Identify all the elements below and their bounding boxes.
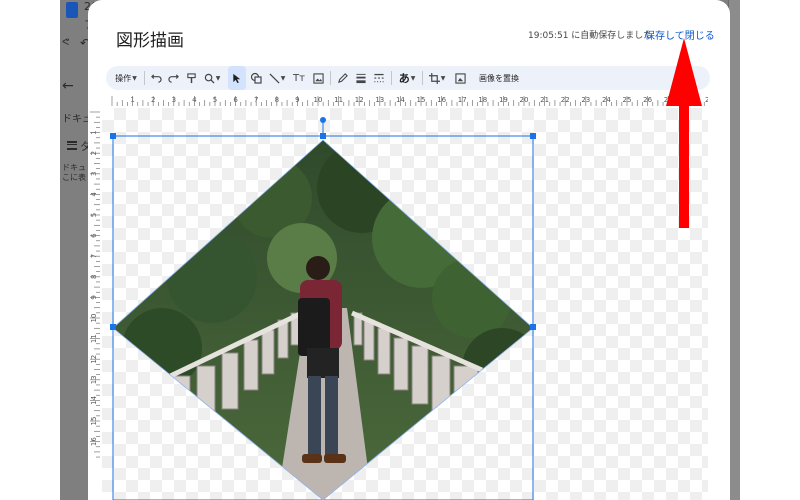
actions-menu-label: 操作 bbox=[115, 73, 132, 83]
redo-button[interactable] bbox=[165, 66, 181, 90]
canvas-content bbox=[102, 117, 542, 500]
toolbar-divider bbox=[330, 71, 331, 85]
toolbar-divider bbox=[391, 71, 392, 85]
toolbar-divider bbox=[422, 71, 423, 85]
line-weight-icon bbox=[356, 73, 366, 83]
line-dash-button[interactable] bbox=[371, 66, 387, 90]
replace-image-label: 画像を置換 bbox=[479, 73, 519, 83]
vertical-ruler: 12345678910111213141516 bbox=[90, 111, 100, 458]
shape-icon bbox=[250, 72, 262, 84]
select-tool-button[interactable] bbox=[228, 66, 246, 90]
drawing-canvas[interactable] bbox=[102, 108, 708, 500]
drawing-toolbar: 操作 ▼ ▼ ▼ Tт あ ▼ ▼ 画像を置換 bbox=[106, 66, 710, 90]
docs-logo-icon bbox=[66, 2, 78, 18]
horizontal-ruler: 1234567891011121314151617181920212223242… bbox=[111, 96, 708, 106]
reset-image-icon bbox=[454, 72, 466, 84]
pen-color-button[interactable] bbox=[334, 66, 350, 90]
select-icon bbox=[233, 73, 241, 83]
line-icon bbox=[269, 72, 280, 84]
rotate-handle[interactable] bbox=[320, 117, 326, 123]
reset-image-button[interactable] bbox=[452, 66, 468, 90]
line-dash-icon bbox=[374, 73, 384, 82]
chevron-down-icon: ▼ bbox=[215, 74, 221, 82]
background-outline-hint-2: こに表 bbox=[62, 173, 86, 182]
crop-button[interactable]: ▼ bbox=[426, 66, 448, 90]
replace-image-button[interactable]: 画像を置換 bbox=[474, 66, 524, 90]
image-icon bbox=[312, 72, 324, 84]
diamond-cropped-photo[interactable] bbox=[102, 138, 542, 500]
paint-format-button[interactable] bbox=[183, 66, 199, 90]
background-back-arrow-icon: ← bbox=[62, 78, 74, 94]
crop-icon bbox=[428, 72, 440, 84]
chevron-down-icon: ▼ bbox=[440, 74, 446, 82]
autosave-status: 19:05:51 に自動保存しました bbox=[528, 31, 653, 41]
word-art-icon: あ bbox=[398, 72, 410, 85]
background-search-icon: ᕙ bbox=[62, 37, 70, 48]
textbox-tool-button[interactable]: Tт bbox=[290, 66, 308, 90]
zoom-icon bbox=[204, 73, 215, 84]
chevron-down-icon: ▼ bbox=[132, 74, 137, 82]
chevron-down-icon: ▼ bbox=[410, 74, 416, 82]
annotation-arrow bbox=[666, 38, 702, 228]
textbox-icon: Tт bbox=[293, 72, 305, 84]
chevron-down-icon: ▼ bbox=[280, 74, 286, 82]
actions-menu-button[interactable]: 操作 ▼ bbox=[112, 66, 140, 90]
image-tool-button[interactable] bbox=[310, 66, 326, 90]
redo-icon bbox=[167, 73, 179, 83]
dialog-title: 図形描画 bbox=[116, 31, 184, 51]
toolbar-divider bbox=[144, 71, 145, 85]
ruler-label: 29 bbox=[705, 96, 708, 104]
undo-button[interactable] bbox=[148, 66, 164, 90]
zoom-button[interactable]: ▼ bbox=[201, 66, 223, 90]
line-tool-button[interactable]: ▼ bbox=[266, 66, 288, 90]
pen-icon bbox=[337, 72, 348, 83]
screen: 202 ファ ᕙ ↶ ← ドキュ タ ドキュ こに表 図形描画 19:05:51… bbox=[0, 0, 800, 500]
drawing-dialog: 図形描画 19:05:51 に自動保存しました 保存して閉じる 操作 ▼ ▼ ▼… bbox=[88, 0, 730, 500]
undo-icon bbox=[150, 73, 162, 83]
word-art-button[interactable]: あ ▼ bbox=[395, 66, 419, 90]
background-list-icon bbox=[67, 141, 77, 150]
line-weight-button[interactable] bbox=[353, 66, 369, 90]
paint-format-icon bbox=[186, 72, 196, 83]
shape-tool-button[interactable] bbox=[248, 66, 264, 90]
